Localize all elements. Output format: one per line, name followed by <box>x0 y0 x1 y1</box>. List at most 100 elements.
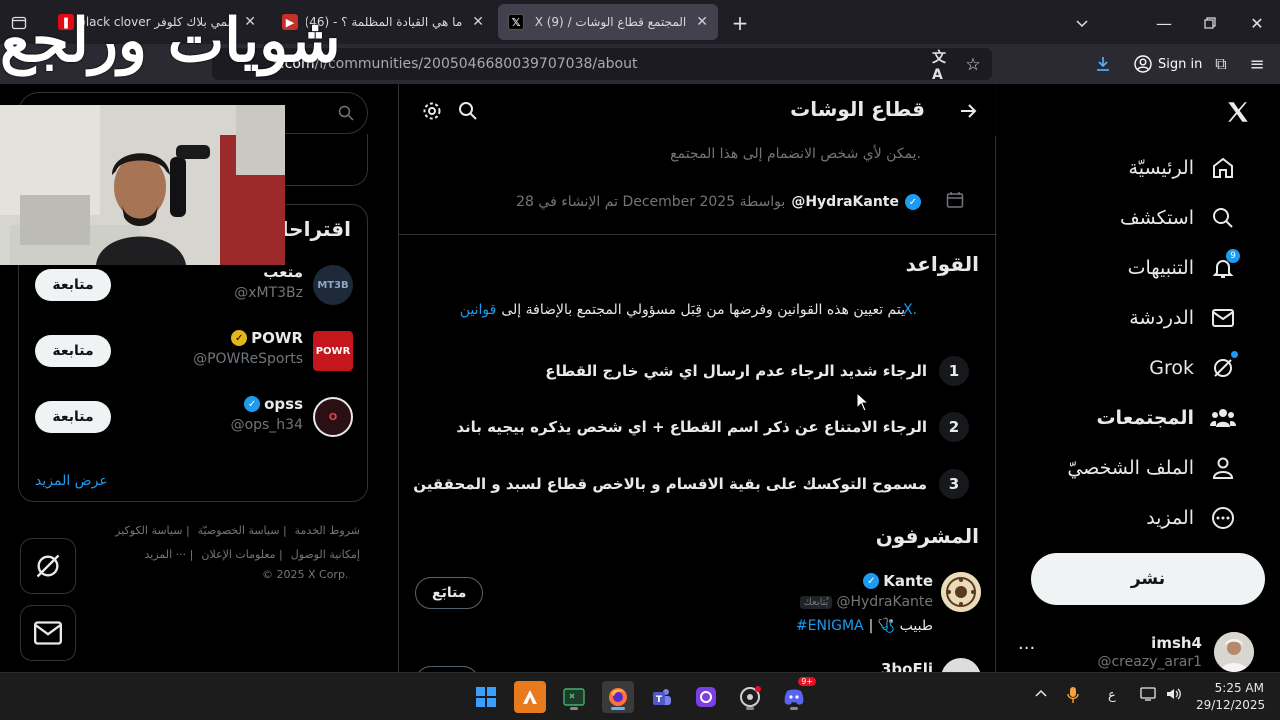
sign-in-button[interactable]: Sign in <box>1126 50 1210 78</box>
bookmark-star-icon[interactable]: ☆ <box>962 54 984 76</box>
input-language[interactable]: ع <box>1108 688 1116 703</box>
suggested-account[interactable]: MT3B متعب @xMT3Bz متابعة <box>19 259 369 313</box>
restore-icon[interactable] <box>1198 11 1222 35</box>
messages-floating-button[interactable] <box>20 605 76 661</box>
nav-label: الملف الشخصيّ <box>1067 457 1194 479</box>
app-icon-orange[interactable] <box>514 681 546 713</box>
footer-link[interactable]: سياسة الكوكيز <box>115 524 182 537</box>
copyright: © 2025 X Corp. <box>262 568 349 581</box>
download-icon[interactable] <box>1092 53 1114 75</box>
rules-title: القواعد <box>905 252 979 276</box>
rule-text: الرجاء شديد الرجاء عدم ارسال اي شي خارج … <box>545 362 927 380</box>
app-icon-chrome-like[interactable] <box>734 681 766 713</box>
rule-text: الرجاء الامتناع عن ذكر اسم القطاع + اي ش… <box>456 418 927 436</box>
verified-badge-icon: ✓ <box>863 573 880 589</box>
account-name: متعب <box>263 263 303 281</box>
nav-profile[interactable]: الملف الشخصيّ <box>1067 448 1236 488</box>
notification-badge: 9 <box>1226 249 1240 263</box>
section-divider <box>399 234 997 235</box>
footer-link[interactable]: سياسة الخصوصيّة <box>198 524 280 537</box>
windows-start-icon[interactable] <box>470 681 502 713</box>
x-link[interactable]: X. <box>903 302 917 318</box>
following-button[interactable]: متابَع <box>415 577 484 609</box>
moderator-bio: طبيب 🩺 | #ENIGMA <box>795 618 933 634</box>
more-dots-icon[interactable]: ··· <box>1018 638 1035 659</box>
account-switcher[interactable]: imsh4 @creazy_arar1 ··· <box>1010 630 1270 672</box>
creator-handle[interactable]: @HydraKante <box>791 194 899 210</box>
show-more-link[interactable]: عرض المزيد <box>35 473 108 489</box>
profile-handle: @creazy_arar1 <box>1097 654 1202 670</box>
discord-icon[interactable]: 9+ <box>778 677 816 713</box>
rule-item: 1 الرجاء شديد الرجاء عدم ارسال اي شي خار… <box>545 356 969 386</box>
mouse-cursor-icon <box>856 392 870 412</box>
hashtag-link[interactable]: #ENIGMA <box>796 618 864 634</box>
chevron-down-icon[interactable] <box>1070 11 1094 35</box>
extensions-icon[interactable]: ⧉ <box>1210 53 1232 75</box>
teams-icon[interactable]: T <box>646 681 678 713</box>
firefox-icon[interactable] <box>602 681 634 713</box>
nav-messages[interactable]: الدردشة <box>1129 298 1236 338</box>
nav-label: Grok <box>1149 357 1194 379</box>
follow-button[interactable]: متابعة <box>35 269 111 301</box>
close-icon[interactable]: ✕ <box>696 14 708 30</box>
footer-link[interactable]: معلومات الإعلان <box>201 548 275 561</box>
nav-home[interactable]: الرئيسيّة <box>1129 148 1236 188</box>
volume-icon[interactable] <box>1166 687 1182 705</box>
footer-link[interactable]: إمكانية الوصول <box>291 548 360 561</box>
gear-icon[interactable] <box>419 98 445 124</box>
join-info-text: .يمكن لأي شخص الانضمام إلى هذا المجتمع <box>670 146 921 162</box>
nav-explore[interactable]: استكشف <box>1120 198 1236 238</box>
network-icon[interactable] <box>1140 687 1156 705</box>
terminal-app-icon[interactable] <box>558 681 590 713</box>
grok-floating-button[interactable] <box>20 538 76 594</box>
clock-date: 29/12/2025 <box>1196 698 1266 712</box>
suggested-account[interactable]: POWR POWR ✓ @POWReSports متابعة <box>19 325 369 379</box>
minimize-icon[interactable]: — <box>1152 11 1176 35</box>
running-indicator <box>570 707 578 710</box>
footer-link[interactable]: ··· المزيد <box>145 548 187 561</box>
app-icon-purple[interactable] <box>690 681 722 713</box>
moderator-name: 3boEli <box>880 660 933 672</box>
nav-label: الرئيسيّة <box>1128 157 1194 179</box>
follow-button[interactable]: متابعة <box>35 335 111 367</box>
back-arrow-icon[interactable] <box>955 98 981 124</box>
grok-dot <box>1231 351 1238 358</box>
tray-chevron-up-icon[interactable] <box>1034 687 1048 705</box>
avatar <box>941 572 981 612</box>
microphone-icon[interactable] <box>1066 686 1080 708</box>
nav-label: التنبيهات <box>1127 257 1194 279</box>
follow-button[interactable]: متابعة <box>35 401 111 433</box>
nav-grok[interactable]: Grok <box>1149 348 1238 388</box>
search-icon[interactable] <box>455 98 481 124</box>
translate-icon[interactable]: 文A <box>932 50 954 83</box>
webcam-feed-image <box>0 105 285 265</box>
grok-icon <box>1210 351 1238 381</box>
nav-communities[interactable]: المجتمعات <box>1096 398 1236 438</box>
suggested-account[interactable]: O opss ✓ @ops_h34 متابعة <box>19 391 369 445</box>
nav-notifications[interactable]: 9 التنبيهات <box>1127 248 1240 288</box>
nav-more[interactable]: المزيد <box>1146 498 1236 538</box>
account-handle: @ops_h34 <box>230 417 303 433</box>
account-handle: @xMT3Bz <box>234 285 303 301</box>
rule-number: 3 <box>939 469 969 499</box>
browser-tab-x-community[interactable]: 𝕏 المجتمع قطاع الوشات / X (9) ✕ <box>498 4 718 40</box>
close-icon[interactable]: ✕ <box>472 14 484 30</box>
post-button[interactable]: نشر <box>1031 553 1265 605</box>
discord-badge: 9+ <box>798 677 816 686</box>
rule-item: 2 الرجاء الامتناع عن ذكر اسم القطاع + اي… <box>456 412 969 442</box>
x-logo-icon[interactable] <box>1222 96 1254 128</box>
more-circle-icon <box>1210 505 1236 531</box>
nav-label: المزيد <box>1146 507 1194 529</box>
rules-link[interactable]: قوانين <box>460 302 497 318</box>
moderator-row[interactable]: Kante ✓ @HydraKante يُتابعك طبيب 🩺 | #EN… <box>399 570 997 640</box>
rule-item: 3 مسموح التوكسك على بقية الاقسام و بالاخ… <box>413 469 969 499</box>
verified-badge-icon: ✓ <box>244 396 261 412</box>
new-tab-icon[interactable]: + <box>728 11 752 35</box>
stream-overlay-title: شويات ورلجع <box>0 6 341 76</box>
close-window-icon[interactable]: ✕ <box>1245 11 1269 35</box>
windows-taskbar: T 9+ ع 5:25 AM 29/12/2025 <box>0 672 1280 720</box>
system-clock[interactable]: 5:25 AM 29/12/2025 <box>1196 680 1266 714</box>
footer-link[interactable]: شروط الخدمة <box>295 524 360 537</box>
menu-icon[interactable]: ≡ <box>1246 53 1268 75</box>
next-moderator-row[interactable]: 3boEli <box>399 658 997 672</box>
